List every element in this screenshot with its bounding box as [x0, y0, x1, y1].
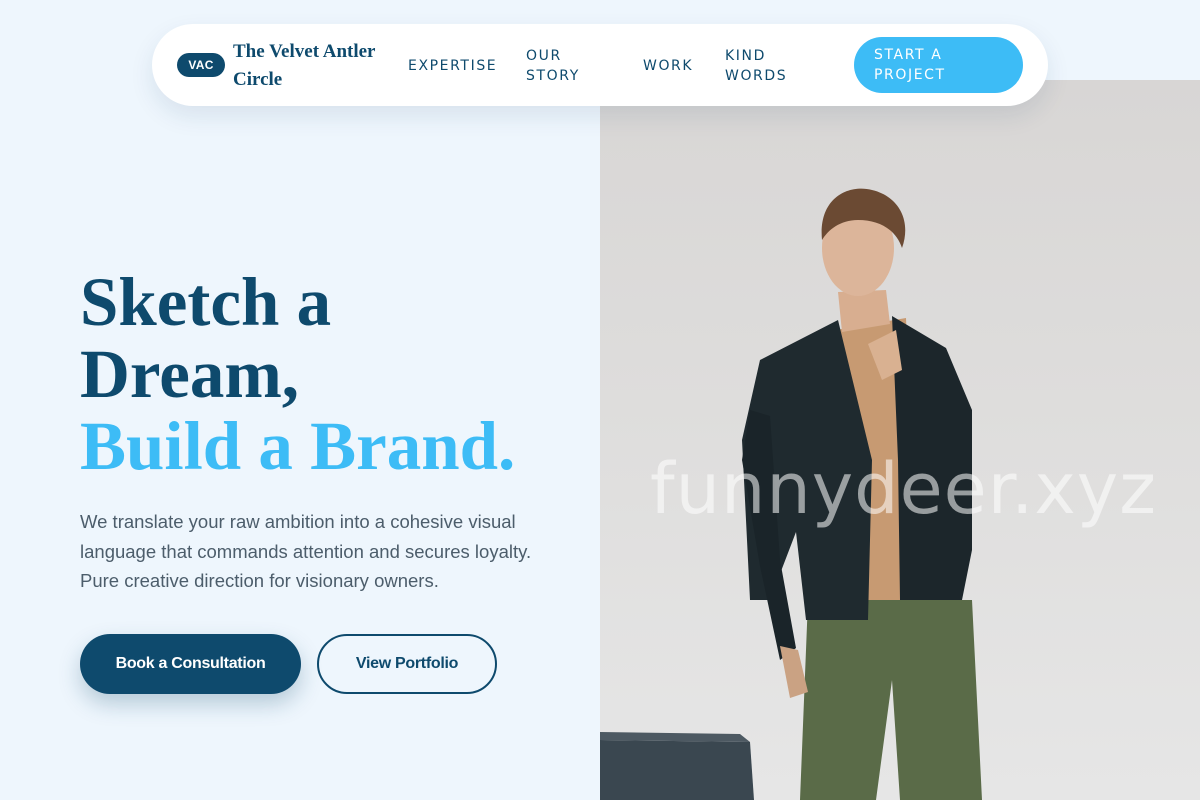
hand-left	[780, 646, 808, 698]
watermark-text: funnydeer.xyz	[650, 448, 1157, 530]
hero-description: We translate your raw ambition into a co…	[80, 511, 532, 591]
start-project-button[interactable]: START A PROJECT	[854, 37, 1023, 93]
book-consultation-button[interactable]: Book a Consultation	[80, 634, 301, 694]
view-portfolio-button[interactable]: View Portfolio	[317, 634, 497, 694]
brand-name[interactable]: The Velvet Antler Circle	[233, 38, 383, 94]
headline-line-2: Dream,	[80, 336, 300, 412]
nav-link-kind-words[interactable]: KIND WORDS	[725, 46, 795, 86]
headline-accent: Build a Brand.	[80, 408, 516, 484]
model-photo	[600, 188, 982, 800]
hero-headline: Sketch a Dream, Build a Brand.	[80, 266, 515, 482]
nav-link-work[interactable]: WORK	[643, 56, 693, 76]
headline-line-1: Sketch a	[80, 264, 332, 340]
nav-link-expertise[interactable]: EXPERTISE	[408, 56, 497, 76]
nav-link-our-story[interactable]: OUR STORY	[526, 46, 596, 86]
trousers	[800, 600, 982, 800]
hero-image: funnydeer.xyz	[600, 80, 1200, 800]
top-navbar: VAC The Velvet Antler Circle EXPERTISE O…	[152, 24, 1048, 106]
logo-badge[interactable]: VAC	[177, 53, 225, 77]
dark-box	[600, 740, 754, 800]
